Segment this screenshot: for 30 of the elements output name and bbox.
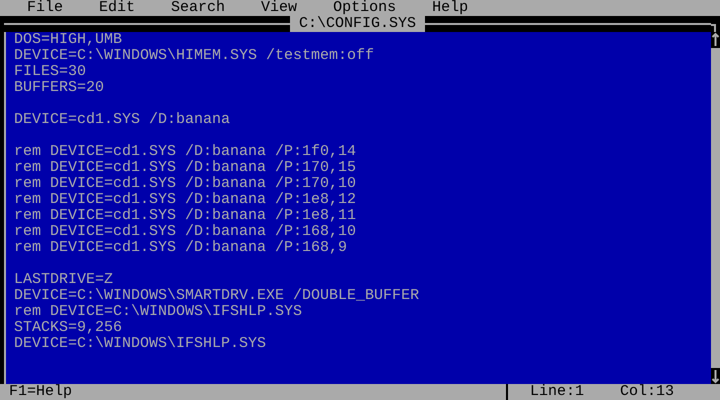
menu-item[interactable]: View	[252, 0, 306, 16]
code-line: rem DEVICE=cd1.SYS /D:banana /P:1e8,12	[14, 192, 358, 208]
window-title: C:\CONFIG.SYS	[290, 16, 426, 32]
code-line: rem DEVICE=cd1.SYS /D:banana /P:1f0,14	[14, 144, 358, 160]
code-line: FILES=30	[14, 64, 88, 80]
vertical-scrollbar[interactable]	[711, 32, 720, 384]
code-line: DEVICE=C:\WINDOWS\IFSHLP.SYS	[14, 336, 268, 352]
code-line: DEVICE=cd1.SYS /D:banana	[14, 112, 232, 128]
down-arrow-icon[interactable]	[711, 368, 720, 384]
up-arrow-icon[interactable]	[711, 32, 720, 48]
column-number: Col:13	[619, 384, 676, 400]
code-line: LASTDRIVE=Z	[14, 272, 114, 288]
help-hint: F1=Help	[0, 384, 508, 400]
menu-item[interactable]: Edit	[90, 0, 144, 16]
menu-item[interactable]: File	[18, 0, 72, 16]
menu-item[interactable]: Options	[324, 0, 406, 16]
code-line: DEVICE=C:\WINDOWS\SMARTDRV.EXE /DOUBLE_BUFFER	[14, 288, 420, 304]
code-line: rem DEVICE=cd1.SYS /D:banana /P:170,15	[14, 160, 358, 176]
code-line: DEVICE=C:\WINDOWS\HIMEM.SYS /testmem:off	[14, 48, 376, 64]
code-line: rem DEVICE=C:\WINDOWS\IFSHLP.SYS	[14, 304, 304, 320]
code-line: rem DEVICE=cd1.SYS /D:banana /P:170,10	[14, 176, 358, 192]
code-line: BUFFERS=20	[14, 80, 106, 96]
code-line: rem DEVICE=cd1.SYS /D:banana /P:1e8,11	[14, 208, 358, 224]
menu-item[interactable]: Search	[162, 0, 234, 16]
line-number: Line:1	[529, 384, 586, 400]
code-line: DOS=HIGH,UMB	[14, 32, 124, 48]
code-line: STACKS=9,256	[14, 320, 124, 336]
menu-item[interactable]: Help	[423, 0, 478, 16]
code-line: rem DEVICE=cd1.SYS /D:banana /P:168,9	[14, 240, 348, 256]
code-line: rem DEVICE=cd1.SYS /D:banana /P:168,10	[14, 224, 358, 240]
